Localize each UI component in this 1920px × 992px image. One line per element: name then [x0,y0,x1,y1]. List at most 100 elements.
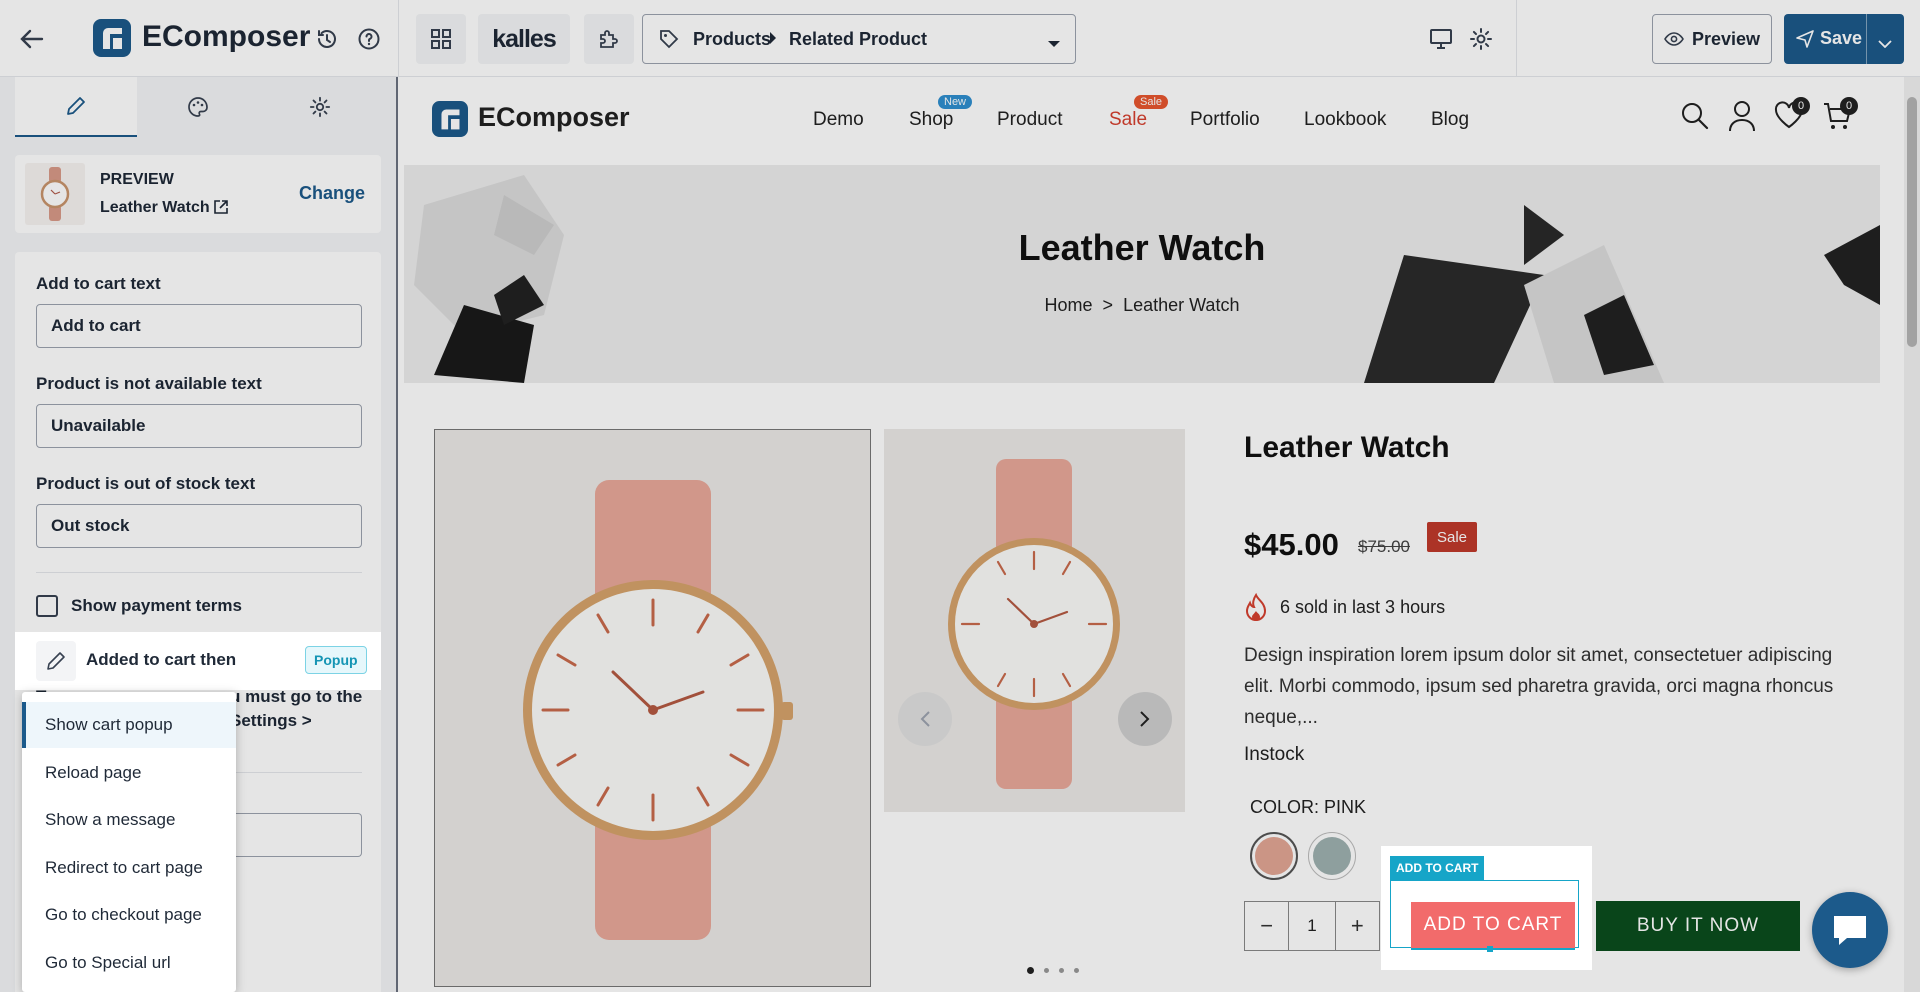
preview-product-name[interactable]: Leather Watch [100,199,210,217]
plus-icon[interactable]: + [1336,913,1379,939]
nav-demo[interactable]: Demo [813,109,864,131]
gallery-dot[interactable] [1059,968,1064,973]
extensions-button[interactable] [584,14,634,64]
tab-design[interactable] [137,77,259,137]
nav-portfolio[interactable]: Portfolio [1190,109,1260,131]
scrollbar-thumb[interactable] [1907,97,1917,347]
gallery-dot[interactable] [1074,968,1079,973]
save-button[interactable]: Save [1784,14,1904,64]
option-show-message[interactable]: Show a message [22,797,236,843]
ecomposer-logo-icon [92,18,132,58]
breadcrumb-current: Leather Watch [1123,295,1240,315]
stock-status: Instock [1244,744,1305,765]
hero-background-image [404,165,1880,383]
store-logo-text[interactable]: EComposer [478,102,630,133]
option-reload-page[interactable]: Reload page [22,750,236,796]
breadcrumb-separator: > [1102,295,1114,315]
buy-it-now-button[interactable]: BUY IT NOW [1596,901,1800,951]
store-logo-icon [432,101,468,142]
minus-icon[interactable]: − [1245,913,1288,939]
gallery-prev-button[interactable] [898,692,952,746]
change-product-link[interactable]: Change [299,183,365,204]
secondary-product-image[interactable] [884,429,1185,812]
divider [1866,14,1867,64]
canvas-scrollbar[interactable] [1904,77,1920,992]
added-to-cart-label: Added to cart then [86,650,237,669]
main-product-image[interactable] [434,429,871,987]
back-arrow-icon[interactable] [14,22,50,56]
unavailable-text-input[interactable]: Unavailable [36,404,362,448]
gallery-dot[interactable] [1027,967,1034,974]
sidebar-tabs [15,77,381,137]
chat-button[interactable] [1812,892,1888,968]
page-selector[interactable]: Products Related Product [642,14,1076,64]
nav-lookbook[interactable]: Lookbook [1304,109,1386,131]
paper-plane-icon [1796,30,1814,53]
added-to-cart-value-badge[interactable]: Popup [305,646,367,674]
gallery-dots [1027,967,1079,974]
gear-icon[interactable] [1466,24,1496,54]
preview-button[interactable]: Preview [1652,14,1772,64]
sale-nav-badge: Sale [1134,95,1169,109]
palette-icon [188,97,208,117]
pencil-icon[interactable] [36,641,76,681]
search-icon[interactable] [1680,101,1710,136]
user-icon[interactable] [1728,100,1756,137]
quantity-value[interactable]: 1 [1289,916,1334,936]
out-of-stock-text-label: Product is out of stock text [36,474,256,493]
option-show-cart-popup[interactable]: Show cart popup [22,702,236,748]
add-to-cart-text-label: Add to cart text [36,274,161,293]
product-price: $45.00 [1244,527,1339,562]
quantity-stepper[interactable]: − 1 + [1244,901,1380,951]
url-input-partial[interactable] [230,813,362,857]
chevron-down-icon[interactable] [1878,35,1892,53]
sale-badge: Sale [1427,522,1478,552]
pencil-icon [67,97,85,115]
option-special-url[interactable]: Go to Special url [22,940,236,986]
tab-advanced[interactable] [259,77,381,137]
breadcrumb-page: Related Product [789,29,928,49]
chevron-down-icon [1047,35,1061,53]
added-to-cart-dropdown: Show cart popup Reload page Show a messa… [22,692,236,992]
help-icon[interactable] [354,24,384,54]
nav-sale[interactable]: Sale [1109,109,1147,131]
desktop-icon[interactable] [1426,24,1456,54]
hint-fragment-end: Settings > [230,711,312,730]
color-swatch-gray[interactable] [1308,832,1356,880]
external-link-icon[interactable] [213,199,229,220]
add-to-cart-button[interactable]: ADD TO CART [1411,902,1575,950]
gallery-next-button[interactable] [1118,692,1172,746]
product-compare-price: $75.00 [1358,537,1410,556]
option-go-checkout[interactable]: Go to checkout page [22,892,236,938]
chat-icon [1834,916,1866,945]
top-toolbar: EComposer kalles Products Related Produc… [0,0,1920,77]
option-redirect-cart[interactable]: Redirect to cart page [22,845,236,891]
nav-product[interactable]: Product [997,109,1062,131]
hero-breadcrumb: Home > Leather Watch [404,295,1880,316]
theme-name[interactable]: kalles [478,14,570,64]
out-of-stock-text-input[interactable]: Out stock [36,504,362,548]
add-to-cart-text-input[interactable]: Add to cart [36,304,362,348]
nav-blog[interactable]: Blog [1431,109,1469,131]
store-preview-canvas: EComposer Demo Shop New Product Sale Sal… [400,77,1920,992]
puzzle-icon [600,30,618,48]
payment-terms-checkbox[interactable] [36,595,58,617]
gear-icon [309,96,331,118]
nav-shop[interactable]: Shop [909,109,953,131]
gallery-dot[interactable] [1044,968,1049,973]
preview-product-card: PREVIEW Leather Watch Change [15,155,381,233]
payment-terms-label: Show payment terms [71,596,242,615]
history-icon[interactable] [312,24,342,54]
preview-caption: PREVIEW [100,171,174,188]
sections-grid-button[interactable] [416,14,466,64]
resize-handle[interactable] [1487,946,1493,952]
breadcrumb-root: Products [693,29,772,49]
selected-element-tag: ADD TO CART [1390,856,1485,880]
breadcrumb-home[interactable]: Home [1045,295,1093,316]
color-swatch-pink[interactable] [1250,832,1298,880]
added-to-cart-setting[interactable]: Added to cart then Popup [15,632,381,690]
tab-content[interactable] [15,77,137,137]
product-thumbnail [25,163,85,225]
cart-count-badge: 0 [1840,97,1858,115]
hint-fragment-mid: u must go to the [230,687,363,706]
